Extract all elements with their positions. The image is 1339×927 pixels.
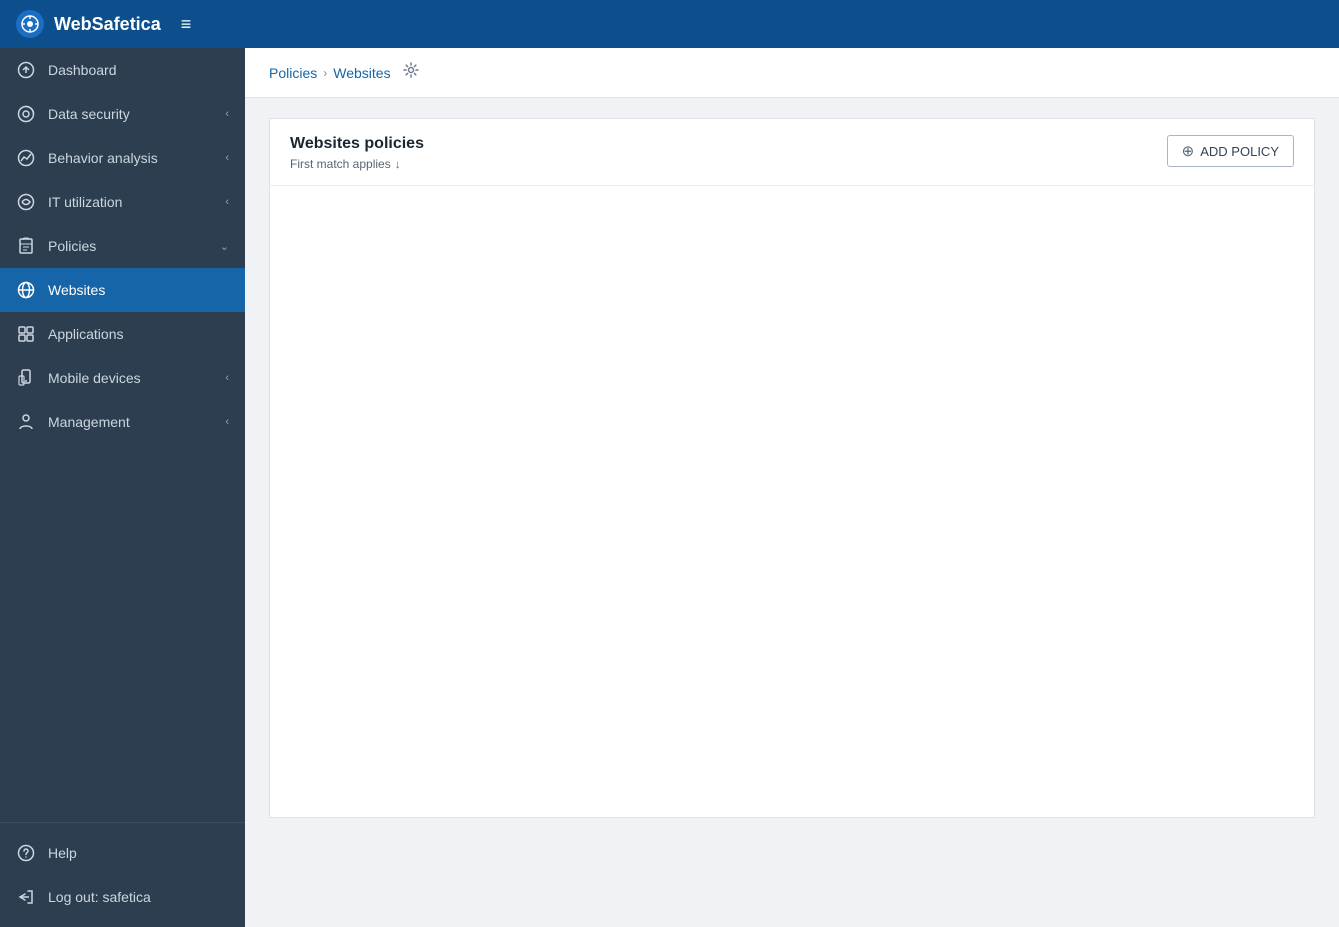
- chevron-right-icon-2: ‹: [225, 152, 229, 164]
- sidebar: Dashboard Data security ‹ Behav: [0, 48, 245, 927]
- policy-panel-info: Websites policies First match applies ↓: [290, 135, 424, 171]
- sidebar-item-it-utilization[interactable]: IT utilization ‹: [0, 180, 245, 224]
- sort-arrow-icon: ↓: [395, 157, 401, 171]
- chevron-down-icon: ⌄: [220, 240, 229, 253]
- menu-icon[interactable]: ≡: [181, 14, 192, 35]
- policy-panel-header: Websites policies First match applies ↓ …: [270, 119, 1314, 186]
- sidebar-label-behavior-analysis: Behavior analysis: [48, 150, 158, 166]
- policy-panel-subtitle: First match applies ↓: [290, 157, 424, 171]
- it-utilization-icon: [16, 192, 36, 212]
- policy-panel: Websites policies First match applies ↓ …: [269, 118, 1315, 818]
- sidebar-label-data-security: Data security: [48, 106, 130, 122]
- plus-circle-icon: ⊕: [1182, 142, 1195, 160]
- sidebar-item-mobile-devices[interactable]: Mobile devices ‹: [0, 356, 245, 400]
- breadcrumb-parent[interactable]: Policies: [269, 65, 317, 81]
- sidebar-label-applications: Applications: [48, 326, 124, 342]
- page-content: Websites policies First match applies ↓ …: [245, 98, 1339, 927]
- sidebar-item-management[interactable]: Management ‹: [0, 400, 245, 444]
- sidebar-item-behavior-analysis[interactable]: Behavior analysis ‹: [0, 136, 245, 180]
- sidebar-label-mobile-devices: Mobile devices: [48, 370, 141, 386]
- logo-icon: [16, 10, 44, 38]
- chevron-right-icon-4: ‹: [225, 372, 229, 384]
- first-match-text: First match applies: [290, 157, 391, 171]
- websites-icon: [16, 280, 36, 300]
- sidebar-label-it-utilization: IT utilization: [48, 194, 122, 210]
- app-name: WebSafetica: [54, 14, 161, 35]
- main-content: Policies › Websites Websites policies Fi…: [245, 48, 1339, 927]
- sidebar-item-policies[interactable]: Policies ⌄: [0, 224, 245, 268]
- sidebar-label-logout: Log out: safetica: [48, 889, 151, 905]
- sidebar-label-help: Help: [48, 845, 77, 861]
- chevron-right-icon-5: ‹: [225, 416, 229, 428]
- breadcrumb-separator: ›: [323, 66, 327, 80]
- policies-icon: [16, 236, 36, 256]
- mobile-devices-icon: [16, 368, 36, 388]
- sidebar-label-websites: Websites: [48, 282, 105, 298]
- data-security-icon: [16, 104, 36, 124]
- add-policy-button[interactable]: ⊕ ADD POLICY: [1167, 135, 1294, 167]
- chevron-right-icon-3: ‹: [225, 196, 229, 208]
- add-policy-label: ADD POLICY: [1200, 144, 1279, 159]
- sidebar-bottom: Help Log out: safetica: [0, 822, 245, 927]
- policy-list-empty: [270, 186, 1314, 226]
- sidebar-item-applications[interactable]: Applications: [0, 312, 245, 356]
- sidebar-item-logout[interactable]: Log out: safetica: [0, 875, 245, 919]
- breadcrumb-bar: Policies › Websites: [245, 48, 1339, 98]
- sidebar-label-management: Management: [48, 414, 130, 430]
- logout-icon: [16, 887, 36, 907]
- sidebar-item-help[interactable]: Help: [0, 831, 245, 875]
- chevron-right-icon: ‹: [225, 108, 229, 120]
- sidebar-label-policies: Policies: [48, 238, 96, 254]
- app-logo: WebSafetica: [16, 10, 161, 38]
- policy-panel-title: Websites policies: [290, 135, 424, 153]
- applications-icon: [16, 324, 36, 344]
- dashboard-icon: [16, 60, 36, 80]
- help-icon: [16, 843, 36, 863]
- behavior-analysis-icon: [16, 148, 36, 168]
- gear-icon[interactable]: [403, 62, 419, 83]
- sidebar-item-data-security[interactable]: Data security ‹: [0, 92, 245, 136]
- sidebar-item-dashboard[interactable]: Dashboard: [0, 48, 245, 92]
- sidebar-label-dashboard: Dashboard: [48, 62, 117, 78]
- sidebar-item-websites[interactable]: Websites: [0, 268, 245, 312]
- management-icon: [16, 412, 36, 432]
- topbar: WebSafetica ≡: [0, 0, 1339, 48]
- breadcrumb-current: Websites: [333, 65, 390, 81]
